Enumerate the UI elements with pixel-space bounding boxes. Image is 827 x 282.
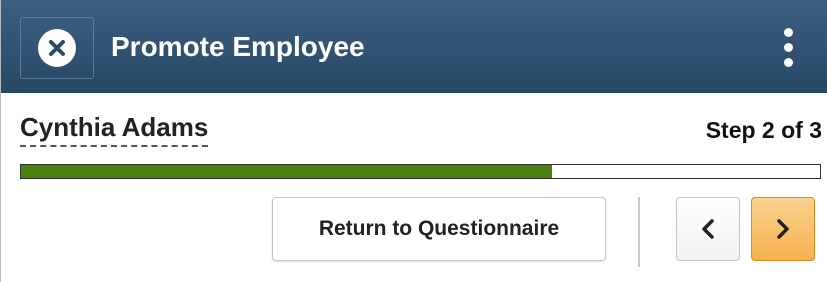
more-options-button[interactable] bbox=[771, 20, 805, 74]
close-button[interactable] bbox=[20, 17, 94, 79]
page-title: Promote Employee bbox=[111, 31, 365, 62]
employee-name-link[interactable]: Cynthia Adams bbox=[20, 111, 209, 147]
next-step-button[interactable] bbox=[751, 197, 815, 261]
return-to-questionnaire-button[interactable]: Return to Questionnaire bbox=[272, 197, 606, 261]
more-vertical-icon bbox=[783, 27, 793, 37]
progress-bar bbox=[20, 164, 821, 179]
progress-bar-fill bbox=[21, 165, 553, 178]
step-indicator: Step 2 of 3 bbox=[705, 117, 822, 143]
toolbar-divider bbox=[638, 197, 640, 267]
promote-employee-panel: Promote Employee Cynthia Adams Step 2 of… bbox=[0, 0, 827, 282]
title-bar: Promote Employee bbox=[1, 0, 827, 93]
close-icon bbox=[38, 29, 76, 67]
previous-step-button[interactable] bbox=[676, 197, 740, 261]
chevron-right-icon bbox=[777, 219, 789, 239]
chevron-left-icon bbox=[702, 219, 714, 239]
